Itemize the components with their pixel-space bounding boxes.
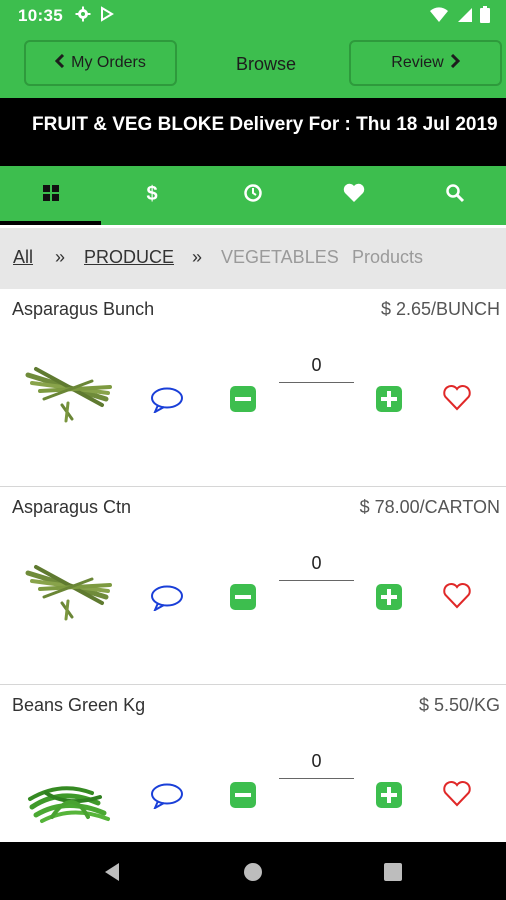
tab-favourites[interactable] [304,166,405,225]
asparagus-image [22,361,114,433]
status-bar: 10:35 [0,0,506,32]
breadcrumb-all[interactable]: All [13,247,33,268]
decrease-quantity-button[interactable] [230,386,256,417]
product-row: Asparagus Ctn $ 78.00/CARTON 0 [0,487,506,685]
tab-specials[interactable]: $ [101,166,202,225]
comment-icon[interactable] [150,783,184,814]
comment-icon[interactable] [150,585,184,616]
quantity-input[interactable]: 0 [279,751,354,772]
product-name: Asparagus Bunch [12,299,155,319]
breadcrumb-current: VEGETABLES [221,247,339,267]
product-price: $ 2.65/BUNCH [380,299,500,319]
tab-bar: $ [0,166,506,225]
product-list: Asparagus Bunch $ 2.65/BUNCH 0 Asparagus… [0,289,506,842]
increase-quantity-button[interactable] [376,584,402,615]
heart-icon [343,183,365,208]
tab-categories[interactable] [0,166,102,225]
breadcrumb: All » PRODUCE » VEGETABLES Products [0,228,506,289]
my-orders-button[interactable]: My Orders [24,40,177,86]
delivery-banner: FRUIT & VEG BLOKE Delivery For : Thu 18 … [0,98,506,166]
favourite-heart-icon[interactable] [442,582,472,615]
favourite-heart-icon[interactable] [442,780,472,813]
asparagus-image [22,559,114,631]
svg-text:$: $ [146,183,157,204]
chevron-right-icon [450,53,460,73]
grid-icon [42,184,60,207]
breadcrumb-separator: » [55,247,66,267]
back-icon[interactable] [103,862,121,887]
comment-icon[interactable] [150,387,184,418]
increase-quantity-button[interactable] [376,386,402,417]
search-icon [445,183,465,208]
breadcrumb-separator: » [192,247,203,267]
dollar-icon: $ [145,182,159,209]
favourite-heart-icon[interactable] [442,384,472,417]
product-name: Asparagus Ctn [12,497,132,517]
clock-icon [243,183,263,208]
quantity-input[interactable]: 0 [279,553,354,574]
product-row: Beans Green Kg $ 5.50/KG 0 [0,685,506,842]
tab-search[interactable] [405,166,506,225]
product-row: Asparagus Bunch $ 2.65/BUNCH 0 [0,289,506,487]
play-store-icon [99,5,115,27]
breadcrumb-produce[interactable]: PRODUCE [84,247,174,268]
page-title: Browse [235,54,297,74]
delivery-banner-text: FRUIT & VEG BLOKE Delivery For : Thu 18 … [32,114,498,135]
app-bar: My Orders Browse Review [0,32,506,98]
review-label: Review [391,54,444,71]
product-price: $ 5.50/KG [418,695,500,715]
product-price: $ 78.00/CARTON [359,497,500,517]
my-orders-label: My Orders [71,54,146,71]
wifi-icon [430,6,448,28]
green-beans-image [22,757,114,829]
quantity-underline [279,778,354,779]
product-name: Beans Green Kg [12,695,146,715]
settings-icon [75,6,91,27]
system-navigation-bar [0,842,506,900]
increase-quantity-button[interactable] [376,782,402,813]
quantity-underline [279,580,354,581]
quantity-underline [279,382,354,383]
signal-icon [456,7,472,28]
tab-recent[interactable] [202,166,303,225]
recents-icon[interactable] [384,863,402,886]
battery-icon [480,6,490,28]
quantity-input[interactable]: 0 [279,355,354,376]
status-time: 10:35 [18,6,63,25]
decrease-quantity-button[interactable] [230,584,256,615]
chevron-left-icon [55,53,65,73]
decrease-quantity-button[interactable] [230,782,256,813]
home-icon[interactable] [243,862,263,887]
review-button[interactable]: Review [349,40,502,86]
breadcrumb-suffix: Products [352,247,424,267]
